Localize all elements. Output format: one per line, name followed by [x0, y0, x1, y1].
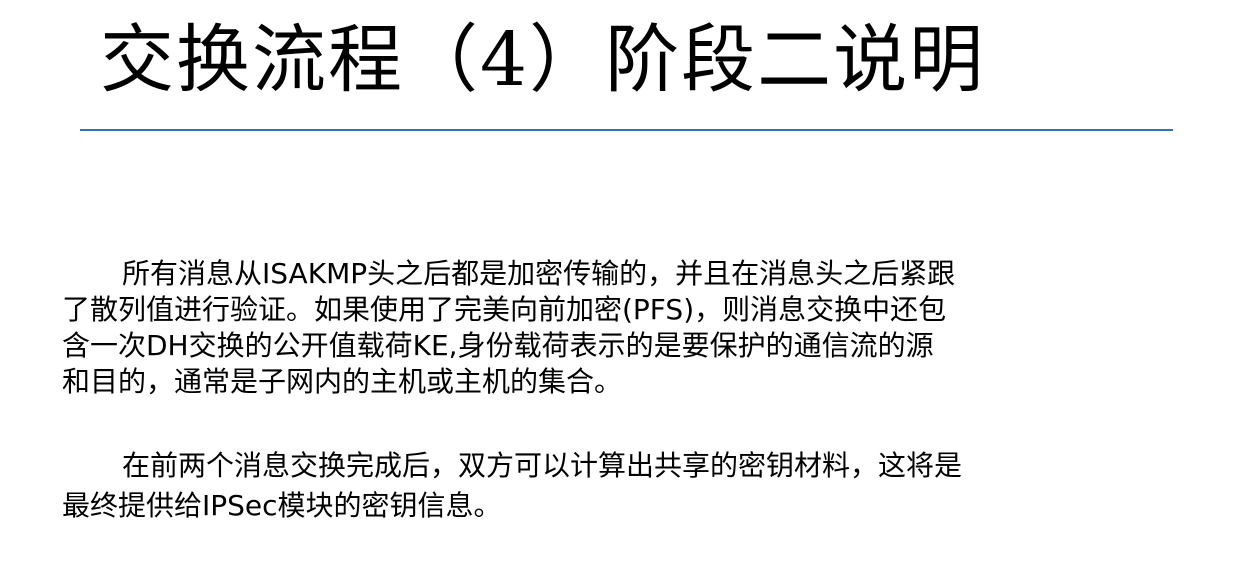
paragraph-line: 所有消息从ISAKMP头之后都是加密传输的，并且在消息头之后紧跟: [122, 257, 956, 290]
paragraph-line: 最终提供给IPSec模块的密钥信息。: [62, 489, 502, 522]
paragraph-line: 含一次DH交换的公开值载荷KE,身份载荷表示的是要保护的通信流的源: [62, 329, 934, 362]
paragraph-line: 和目的，通常是子网内的主机或主机的集合。: [62, 365, 623, 398]
paragraph-line: 在前两个消息交换完成后，双方可以计算出共享的密钥材料，这将是: [122, 449, 963, 482]
paragraph-1: 所有消息从ISAKMP头之后都是加密传输的，并且在消息头之后紧跟 了散列值进行验…: [62, 256, 1202, 400]
paragraph-2: 在前两个消息交换完成后，双方可以计算出共享的密钥材料，这将是 最终提供给IPSe…: [62, 446, 1202, 526]
paragraph-line: 了散列值进行验证。如果使用了完美向前加密(PFS)，则消息交换中还包: [62, 293, 947, 326]
title-divider: [80, 129, 1173, 131]
slide-title: 交换流程（4）阶段二说明: [100, 17, 986, 103]
